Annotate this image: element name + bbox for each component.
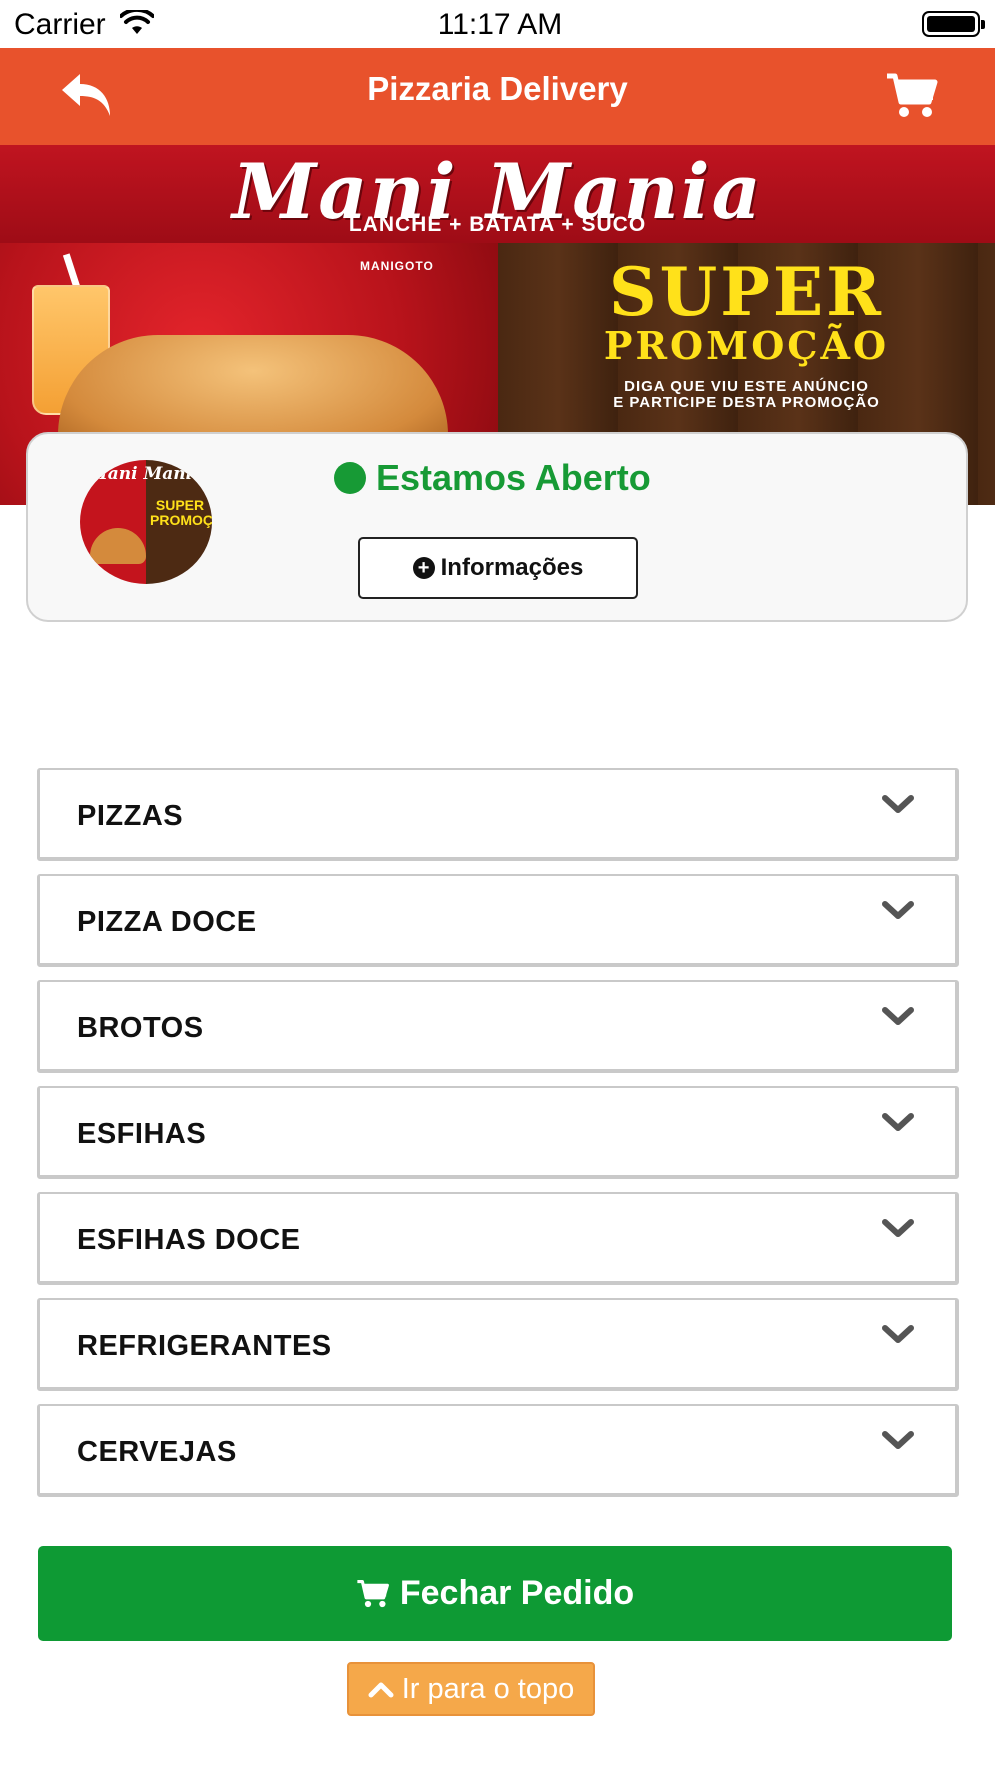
chevron-down-icon: [882, 1325, 914, 1343]
page-title: Pizzaria Delivery: [367, 70, 628, 107]
plus-circle-icon: +: [412, 557, 435, 579]
battery-icon: [922, 11, 985, 37]
category-item-pizza-doce[interactable]: PIZZA DOCE: [37, 874, 959, 967]
open-status-dot-icon: [334, 462, 366, 494]
info-button[interactable]: + Informações: [358, 537, 638, 599]
open-status: Estamos Aberto: [334, 456, 651, 500]
clock: 11:17 AM: [437, 8, 563, 41]
info-button-label: Informações: [440, 554, 584, 581]
category-item-refrigerantes[interactable]: REFRIGERANTES: [37, 1298, 959, 1391]
promo-line-3a: DIGA QUE VIU ESTE ANÚNCIO: [624, 378, 869, 395]
category-label: PIZZA DOCE: [77, 906, 257, 938]
category-label: PIZZAS: [77, 800, 184, 832]
category-item-brotos[interactable]: BROTOS: [37, 980, 959, 1073]
category-label: BROTOS: [77, 1012, 204, 1044]
chevron-down-icon: [882, 1007, 914, 1025]
checkout-button-label: Fechar Pedido: [399, 1574, 635, 1612]
category-item-pizzas[interactable]: PIZZAS: [37, 768, 959, 861]
store-logo-promo: SUPER PROMOÇÃO: [150, 497, 212, 528]
category-item-cervejas[interactable]: CERVEJAS: [37, 1404, 959, 1497]
category-list: PIZZAS PIZZA DOCE BROTOS ESFIHAS ESFIHAS…: [37, 768, 959, 1510]
checkout-button[interactable]: Fechar Pedido: [38, 1546, 952, 1641]
category-label: ESFIHAS DOCE: [77, 1224, 301, 1256]
banner-subtitle: LANCHE + BATATA + SUCO: [348, 213, 647, 236]
open-status-text: Estamos Aberto: [376, 457, 651, 498]
promo-line-2: PROMOÇÃO: [603, 323, 890, 368]
store-logo: Mani Mania SUPER PROMOÇÃO: [80, 460, 212, 584]
category-label: CERVEJAS: [77, 1436, 237, 1468]
promo-line-3b: E PARTICIPE DESTA PROMOÇÃO: [613, 394, 880, 411]
cart-icon[interactable]: [885, 72, 939, 120]
chevron-down-icon: [882, 901, 914, 919]
banner-header: Mani Mania LANCHE + BATATA + SUCO: [0, 145, 995, 243]
nav-bar: Pizzaria Delivery: [0, 48, 995, 145]
status-bar: Carrier 11:17 AM: [0, 0, 1000, 48]
store-logo-title: Mani Mania: [88, 464, 204, 484]
chevron-down-icon: [882, 1219, 914, 1237]
category-label: ESFIHAS: [77, 1118, 207, 1150]
chevron-down-icon: [882, 1113, 914, 1131]
category-label: REFRIGERANTES: [77, 1330, 332, 1362]
banner-maker: MANIGOTO: [360, 259, 434, 273]
cart-icon: [357, 1579, 389, 1607]
back-to-top-button[interactable]: Ir para o topo: [347, 1662, 595, 1716]
category-item-esfihas-doce[interactable]: ESFIHAS DOCE: [37, 1192, 959, 1285]
promo-line-3: DIGA QUE VIU ESTE ANÚNCIO E PARTICIPE DE…: [498, 379, 995, 411]
back-to-top-label: Ir para o topo: [401, 1672, 575, 1705]
chevron-down-icon: [882, 795, 914, 813]
store-info-card: Mani Mania SUPER PROMOÇÃO Estamos Aberto…: [26, 432, 968, 622]
category-item-esfihas[interactable]: ESFIHAS: [37, 1086, 959, 1179]
chevron-down-icon: [882, 1431, 914, 1449]
chevron-up-icon: [368, 1682, 394, 1698]
promo-line-1: SUPER: [608, 253, 884, 331]
